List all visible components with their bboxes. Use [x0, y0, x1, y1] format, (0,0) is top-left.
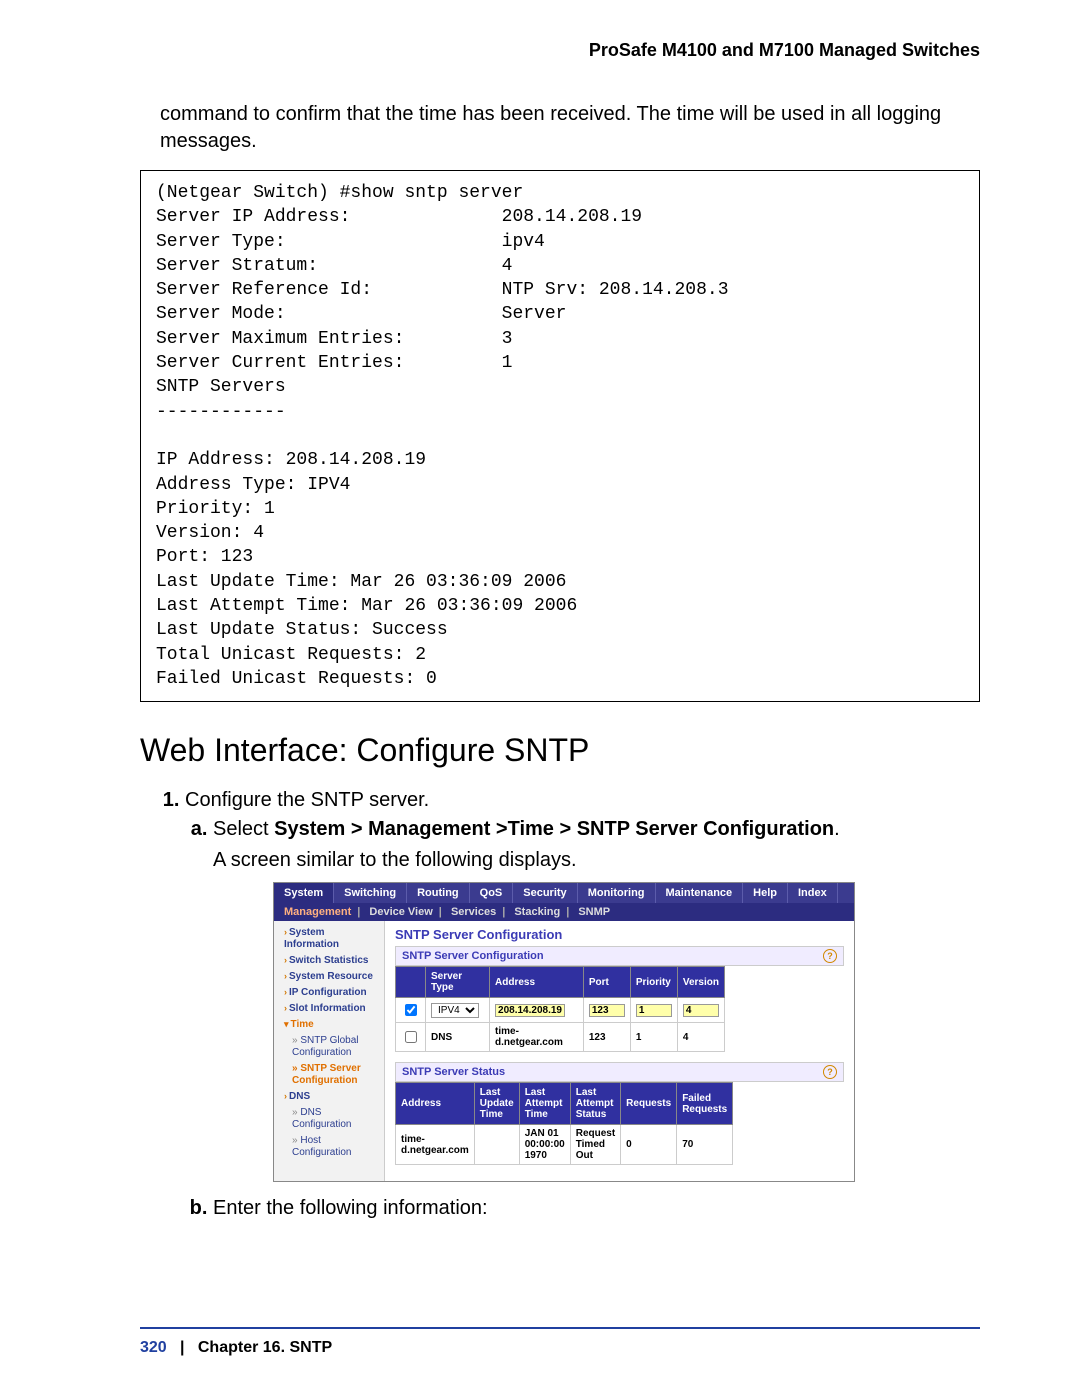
- version-input[interactable]: 4: [683, 1004, 719, 1017]
- tab-system[interactable]: System: [274, 883, 334, 903]
- subtab-stacking[interactable]: Stacking: [510, 906, 564, 918]
- row1-checkbox[interactable]: [405, 1004, 417, 1016]
- sidebar-item-system-information[interactable]: ›System Information: [274, 925, 384, 953]
- server-type-select[interactable]: IPV4: [431, 1003, 479, 1018]
- sidebar-item-dns[interactable]: ›DNS: [274, 1089, 384, 1105]
- address-input[interactable]: 208.14.208.19: [495, 1004, 565, 1017]
- sidebar-item-host-config[interactable]: » Host Configuration: [274, 1133, 384, 1161]
- tab-routing[interactable]: Routing: [407, 883, 470, 903]
- subtab-services[interactable]: Services: [447, 906, 500, 918]
- sidebar-item-sntp-global[interactable]: » SNTP Global Configuration: [274, 1033, 384, 1061]
- tab-monitoring[interactable]: Monitoring: [578, 883, 656, 903]
- tab-qos[interactable]: QoS: [470, 883, 514, 903]
- sidebar-item-sntp-server-config[interactable]: » SNTP Server Configuration: [274, 1061, 384, 1089]
- subtab-snmp[interactable]: SNMP: [574, 906, 614, 918]
- port-input[interactable]: 123: [589, 1004, 625, 1017]
- sidebar-item-slot-information[interactable]: ›Slot Information: [274, 1001, 384, 1017]
- sub-tab-bar: Management| Device View| Services| Stack…: [274, 903, 854, 921]
- subtab-management[interactable]: Management: [280, 906, 355, 918]
- step-1b: Enter the following information:: [213, 1197, 980, 1220]
- section-heading: Web Interface: Configure SNTP: [140, 732, 980, 769]
- main-tab-bar: System Switching Routing QoS Security Mo…: [274, 883, 854, 903]
- sntp-status-table: Address Last Update Time Last Attempt Ti…: [395, 1082, 733, 1165]
- table-row: DNS time-d.netgear.com 123 1 4: [396, 1023, 725, 1052]
- tab-maintenance[interactable]: Maintenance: [656, 883, 744, 903]
- priority-input[interactable]: 1: [636, 1004, 672, 1017]
- table-row: IPV4 208.14.208.19 123 1 4: [396, 998, 725, 1023]
- page-footer: 320 | Chapter 16. SNTP: [140, 1327, 980, 1357]
- sidebar: ›System Information ›Switch Statistics ›…: [274, 921, 385, 1181]
- sidebar-item-time[interactable]: ▾Time: [274, 1017, 384, 1033]
- section-sntp-status-header: SNTP Server Status?: [395, 1062, 844, 1082]
- sidebar-item-system-resource[interactable]: ›System Resource: [274, 969, 384, 985]
- subtab-device-view[interactable]: Device View: [365, 906, 436, 918]
- sidebar-item-ip-configuration[interactable]: ›IP Configuration: [274, 985, 384, 1001]
- tab-switching[interactable]: Switching: [334, 883, 407, 903]
- step-1: Configure the SNTP server. Select System…: [185, 789, 980, 1220]
- table-row: time-d.netgear.com JAN 01 00:00:00 1970 …: [396, 1125, 733, 1165]
- running-title: ProSafe M4100 and M7100 Managed Switches: [140, 40, 980, 61]
- tab-security[interactable]: Security: [513, 883, 577, 903]
- tab-index[interactable]: Index: [788, 883, 838, 903]
- pane-title: SNTP Server Configuration: [395, 927, 844, 942]
- sidebar-item-dns-config[interactable]: » DNS Configuration: [274, 1105, 384, 1133]
- tab-help[interactable]: Help: [743, 883, 788, 903]
- help-icon[interactable]: ?: [823, 949, 837, 963]
- sidebar-item-switch-statistics[interactable]: ›Switch Statistics: [274, 953, 384, 969]
- sntp-config-screenshot: System Switching Routing QoS Security Mo…: [273, 882, 855, 1182]
- step-1a: Select System > Management >Time > SNTP …: [213, 818, 980, 1182]
- sntp-config-table: Server Type Address Port Priority Versio…: [395, 966, 725, 1052]
- intro-paragraph: command to confirm that the time has bee…: [160, 101, 980, 155]
- help-icon[interactable]: ?: [823, 1065, 837, 1079]
- section-sntp-config-header: SNTP Server Configuration?: [395, 946, 844, 966]
- cli-output-block: (Netgear Switch) #show sntp server Serve…: [140, 170, 980, 702]
- row2-checkbox[interactable]: [405, 1031, 417, 1043]
